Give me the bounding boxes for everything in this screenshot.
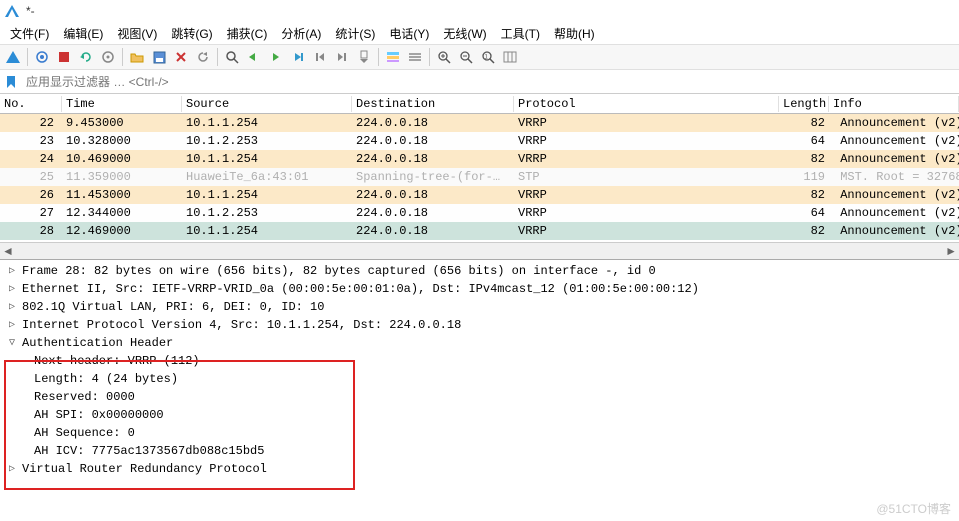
packet-row[interactable]: 2511.359000HuaweiTe_6a:43:01Spanning-tre… bbox=[0, 168, 959, 186]
restart-capture-icon[interactable] bbox=[75, 46, 97, 68]
tree-ah-length[interactable]: Length: 4 (24 bytes) bbox=[0, 370, 959, 388]
packet-row[interactable]: 2812.46900010.1.1.254224.0.0.18VRRP82 An… bbox=[0, 222, 959, 240]
toolbar-separator bbox=[122, 48, 123, 66]
tree-vlan[interactable]: ▷802.1Q Virtual LAN, PRI: 6, DEI: 0, ID:… bbox=[0, 298, 959, 316]
expand-icon[interactable]: ▷ bbox=[6, 319, 18, 331]
app-logo-icon[interactable] bbox=[2, 46, 24, 68]
menu-help[interactable]: 帮助(H) bbox=[548, 24, 601, 43]
menu-edit[interactable]: 编辑(E) bbox=[57, 24, 109, 43]
main-toolbar: 1 bbox=[0, 44, 959, 70]
packet-list-pane: No. Time Source Destination Protocol Len… bbox=[0, 94, 959, 242]
go-first-icon[interactable] bbox=[309, 46, 331, 68]
tree-ah-seq[interactable]: AH Sequence: 0 bbox=[0, 424, 959, 442]
tree-vrrp[interactable]: ▷Virtual Router Redundancy Protocol bbox=[0, 460, 959, 478]
filter-bookmark-icon[interactable] bbox=[0, 75, 22, 89]
menu-go[interactable]: 跳转(G) bbox=[165, 24, 218, 43]
packet-row[interactable]: 2310.32800010.1.2.253224.0.0.18VRRP64 An… bbox=[0, 132, 959, 150]
find-icon[interactable] bbox=[221, 46, 243, 68]
start-capture-icon[interactable] bbox=[31, 46, 53, 68]
menu-bar: 文件(F) 编辑(E) 视图(V) 跳转(G) 捕获(C) 分析(A) 统计(S… bbox=[0, 22, 959, 44]
capture-options-icon[interactable] bbox=[97, 46, 119, 68]
go-forward-icon[interactable] bbox=[265, 46, 287, 68]
open-file-icon[interactable] bbox=[126, 46, 148, 68]
menu-file[interactable]: 文件(F) bbox=[4, 24, 55, 43]
col-header-source[interactable]: Source bbox=[182, 96, 352, 112]
reload-icon[interactable] bbox=[192, 46, 214, 68]
app-icon bbox=[4, 3, 20, 19]
jump-to-icon[interactable] bbox=[287, 46, 309, 68]
scroll-right-icon[interactable]: ► bbox=[945, 244, 957, 258]
scroll-left-icon[interactable]: ◄ bbox=[2, 244, 14, 258]
expand-icon[interactable]: ▷ bbox=[6, 301, 18, 313]
toolbar-separator bbox=[429, 48, 430, 66]
tree-ah-icv[interactable]: AH ICV: 7775ac1373567db088c15bd5 bbox=[0, 442, 959, 460]
horizontal-scrollbar[interactable]: ◄ ► bbox=[0, 242, 959, 259]
auto-scroll-icon[interactable] bbox=[353, 46, 375, 68]
toolbar-separator bbox=[378, 48, 379, 66]
close-file-icon[interactable] bbox=[170, 46, 192, 68]
colorize-icon[interactable] bbox=[382, 46, 404, 68]
watermark-text: @51CTO博客 bbox=[876, 500, 951, 517]
col-header-info[interactable]: Info bbox=[829, 96, 959, 112]
toolbar-separator bbox=[217, 48, 218, 66]
col-header-time[interactable]: Time bbox=[62, 96, 182, 112]
expand-icon[interactable]: ▷ bbox=[6, 283, 18, 295]
tree-ah-header[interactable]: ▽Authentication Header bbox=[0, 334, 959, 352]
tree-ah-next[interactable]: Next header: VRRP (112) bbox=[0, 352, 959, 370]
zoom-out-icon[interactable] bbox=[455, 46, 477, 68]
go-back-icon[interactable] bbox=[243, 46, 265, 68]
window-title-bar: *- bbox=[0, 0, 959, 22]
col-header-protocol[interactable]: Protocol bbox=[514, 96, 779, 112]
display-filter-input[interactable] bbox=[22, 73, 959, 91]
menu-capture[interactable]: 捕获(C) bbox=[221, 24, 274, 43]
save-file-icon[interactable] bbox=[148, 46, 170, 68]
col-header-no[interactable]: No. bbox=[0, 96, 62, 112]
window-title: *- bbox=[26, 4, 35, 18]
tree-ethernet[interactable]: ▷Ethernet II, Src: IETF-VRRP-VRID_0a (00… bbox=[0, 280, 959, 298]
go-last-icon[interactable] bbox=[331, 46, 353, 68]
tree-ah-spi[interactable]: AH SPI: 0x00000000 bbox=[0, 406, 959, 424]
resize-columns-icon[interactable] bbox=[499, 46, 521, 68]
collapse-icon[interactable]: ▽ bbox=[6, 337, 18, 349]
expand-icon[interactable]: ▷ bbox=[6, 463, 18, 475]
display-filter-bar bbox=[0, 70, 959, 94]
options-icon[interactable] bbox=[404, 46, 426, 68]
packet-list-body[interactable]: 229.45300010.1.1.254224.0.0.18VRRP82 Ann… bbox=[0, 114, 959, 240]
tree-ip[interactable]: ▷Internet Protocol Version 4, Src: 10.1.… bbox=[0, 316, 959, 334]
tree-frame[interactable]: ▷Frame 28: 82 bytes on wire (656 bits), … bbox=[0, 262, 959, 280]
menu-analyze[interactable]: 分析(A) bbox=[275, 24, 327, 43]
packet-details-pane[interactable]: ▷Frame 28: 82 bytes on wire (656 bits), … bbox=[0, 259, 959, 484]
menu-view[interactable]: 视图(V) bbox=[111, 24, 163, 43]
packet-row[interactable]: 2410.46900010.1.1.254224.0.0.18VRRP82 An… bbox=[0, 150, 959, 168]
toolbar-separator bbox=[27, 48, 28, 66]
menu-telephony[interactable]: 电话(Y) bbox=[383, 24, 435, 43]
packet-row[interactable]: 229.45300010.1.1.254224.0.0.18VRRP82 Ann… bbox=[0, 114, 959, 132]
packet-row[interactable]: 2712.34400010.1.2.253224.0.0.18VRRP64 An… bbox=[0, 204, 959, 222]
col-header-destination[interactable]: Destination bbox=[352, 96, 514, 112]
zoom-in-icon[interactable] bbox=[433, 46, 455, 68]
tree-ah-reserved[interactable]: Reserved: 0000 bbox=[0, 388, 959, 406]
menu-wireless[interactable]: 无线(W) bbox=[437, 24, 492, 43]
stop-capture-icon[interactable] bbox=[53, 46, 75, 68]
col-header-length[interactable]: Length bbox=[779, 96, 829, 112]
zoom-reset-icon[interactable]: 1 bbox=[477, 46, 499, 68]
packet-row[interactable]: 2611.45300010.1.1.254224.0.0.18VRRP82 An… bbox=[0, 186, 959, 204]
menu-statistics[interactable]: 统计(S) bbox=[329, 24, 381, 43]
packet-list-header: No. Time Source Destination Protocol Len… bbox=[0, 94, 959, 114]
expand-icon[interactable]: ▷ bbox=[6, 265, 18, 277]
menu-tools[interactable]: 工具(T) bbox=[495, 24, 546, 43]
